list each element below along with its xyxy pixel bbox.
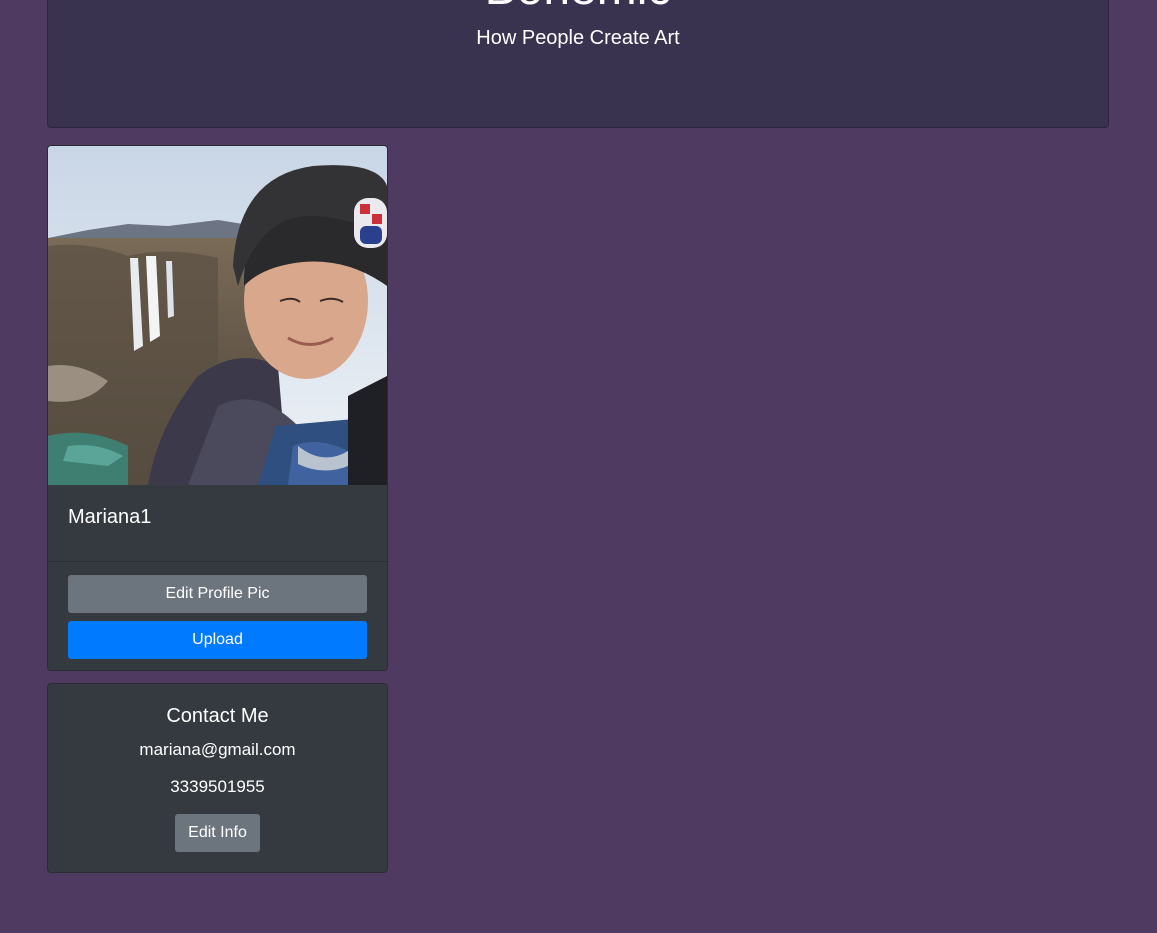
contact-phone: 3339501955 [170,777,265,796]
upload-button[interactable]: Upload [68,621,367,659]
profile-card: Mariana1 Edit Profile Pic Upload [47,145,388,671]
edit-profile-pic-button[interactable]: Edit Profile Pic [68,575,367,613]
edit-info-button[interactable]: Edit Info [175,814,260,852]
site-header: Bohemic How People Create Art [47,0,1109,128]
contact-card: Contact Me mariana@gmail.com 3339501955 … [47,683,388,873]
profile-page: Bohemic How People Create Art [0,0,1157,933]
contact-title: Contact Me [166,705,269,727]
profile-photo [48,146,387,485]
profile-card-footer: Edit Profile Pic Upload [48,561,387,670]
site-tagline: How People Create Art [476,27,680,49]
contact-email: mariana@gmail.com [139,740,296,759]
site-title: Bohemic [48,0,1108,13]
profile-username: Mariana1 [68,506,152,528]
